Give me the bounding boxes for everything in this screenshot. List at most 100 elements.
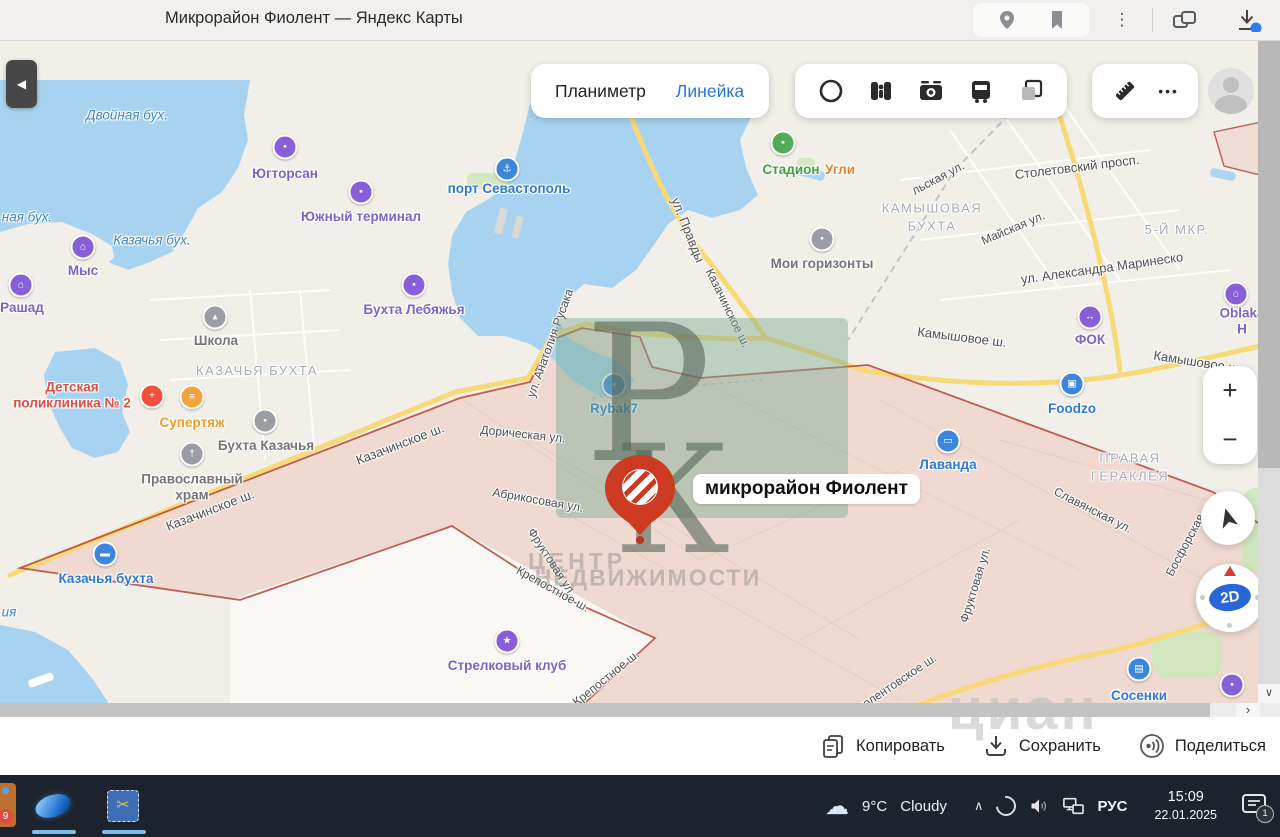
clock[interactable]: 15:09 22.01.2025 [1154,788,1217,823]
road-label: Камышовое ш. [917,324,1008,350]
compass-2d-button[interactable]: 2D [1196,564,1264,632]
poi-label: Foodzo [1048,401,1096,417]
share-icon [1139,733,1165,759]
horizontal-scrollbar[interactable] [0,703,1280,717]
map-poi-anchor-icon[interactable]: ⚓ [495,157,520,182]
map-canvas[interactable]: Казачинское ш.ул. Анатолия Русака▪Rybak7… [0,40,1280,703]
horizontal-scrollbar-thumb[interactable] [0,703,1210,717]
map-poi-burger-icon[interactable]: ≡ [180,385,205,410]
map-poi-bus-icon[interactable]: ▭ [936,429,961,454]
extra-tools-pill: ••• [1092,64,1198,118]
tray-browser-icon[interactable] [992,792,1020,820]
road-label: Казачинское ш. [164,486,256,533]
bus-icon[interactable] [967,77,995,105]
address-chip [973,3,1089,37]
copy-button[interactable]: Копировать [820,733,945,759]
poi-label: Стадион [762,162,819,178]
tab-ruler[interactable]: Линейка [676,81,744,102]
scroll-down-button[interactable]: ∨ [1258,684,1280,703]
map-poi-arrows-icon[interactable]: ↔ [1078,305,1103,330]
more-dots[interactable]: ••• [1158,83,1179,99]
notification-center[interactable]: 1 [1240,791,1270,821]
district-label: ПРАВАЯ ГЕРАКЛЕЯ [1091,449,1169,484]
network-icon[interactable] [1062,796,1084,816]
screen: Казачинское ш.ул. Анатолия Русака▪Rybak7… [0,0,1280,837]
map-poi-brief-icon[interactable]: ▪ [1220,673,1245,698]
download-icon[interactable] [1234,8,1262,32]
location-pin-icon[interactable] [995,8,1019,32]
tray-expand-chevron[interactable]: ∧ [974,798,984,814]
map-poi-bed-icon[interactable]: ⌂ [71,235,96,260]
map-poi-trophy-icon[interactable]: ★ [495,629,520,654]
weather-clo ud-icon[interactable]: ☁ [825,792,849,821]
map-pin[interactable] [605,455,675,537]
map-poi-dot-icon[interactable]: ▪ [810,227,835,252]
map-poi-church-icon[interactable]: † [180,442,205,467]
road-label: Абрикосовая ул. [492,485,585,515]
water-label: Двойная бух. [86,108,168,123]
temperature[interactable]: 9°C [862,798,887,815]
map-poi-dot-icon[interactable]: ▪ [771,131,796,156]
vertical-scrollbar-thumb[interactable] [1258,40,1280,468]
layers-icon[interactable] [1017,77,1045,105]
bookmark-icon[interactable] [1045,8,1069,32]
map-poi-bed-icon[interactable]: ⌂ [1224,282,1249,307]
menu-kebab-icon[interactable]: ⋮ [1110,8,1134,32]
map-layers-pill [795,64,1067,118]
road-label: ул. Правды [668,195,708,264]
map-poi-dot-icon[interactable]: ▪ [253,409,278,434]
tab-planimeter[interactable]: Планиметр [555,81,646,102]
poi-label: Угли [825,162,855,178]
vertical-scrollbar[interactable] [1258,40,1280,684]
map-poi-brief-icon[interactable]: ▪ [402,273,427,298]
road-label: льская ул. [909,158,966,197]
zoom-in-button[interactable]: + [1203,366,1257,415]
copy-label: Копировать [856,737,945,756]
poi-label: Супертяж [159,415,224,431]
pinned-app-partial[interactable]: 9 [0,783,16,827]
camera-icon[interactable] [917,77,945,105]
taskbar-yandex-browser[interactable] [30,784,76,828]
panorama-icon[interactable] [867,77,895,105]
poi-label: Сосенки [1111,688,1167,703]
back-button[interactable]: ◀ [6,60,37,108]
poi-label: Детская поликлиника № 2 [13,379,131,410]
district-label: КАЗАЧЬЯ БУХТА [196,362,318,380]
poi-label: Школа [194,333,238,349]
zoom-out-button[interactable]: − [1203,415,1257,464]
copy-icon [820,733,846,759]
browser-title-bar: Микрорайон Фиолент — Яндекс Карты ⋮ [0,0,1280,41]
map-poi-brief-icon[interactable]: ▪ [273,135,298,160]
system-tray: ☁ 9°C Cloudy ∧ РУС 15:09 22.01.2025 1 [825,775,1280,837]
notification-badge: 1 [1256,805,1274,823]
mode-2d-label[interactable]: 2D [1207,581,1252,614]
share-button[interactable]: Поделиться [1139,733,1266,759]
poi-label: Казачья бухта [58,571,153,587]
map-poi-school-icon[interactable]: ▴ [203,305,228,330]
map-poi-cart-icon[interactable]: ▣ [1060,372,1085,397]
map-poi-basket-icon[interactable]: ▤ [1127,657,1152,682]
compass-dot [1200,595,1205,600]
ruler-icon[interactable] [1111,77,1139,105]
volume-icon[interactable] [1029,796,1049,816]
measure-tools-pill: Планиметр Линейка [531,64,769,118]
map-poi-brief-icon[interactable]: ▪ [349,180,374,205]
date: 22.01.2025 [1154,807,1217,823]
avatar[interactable] [1208,68,1254,114]
language-indicator[interactable]: РУС [1097,798,1127,815]
map-poi-med-icon[interactable]: + [140,384,165,409]
notification-dot [2,787,9,794]
road-label: Славянская ул. [1052,484,1135,535]
tab-group-icon[interactable] [1172,8,1198,32]
pin-anchor-dot [636,536,644,544]
poi-label: Мои горизонты [771,256,874,272]
weather-condition[interactable]: Cloudy [900,798,947,815]
scroll-right-button[interactable]: › [1236,703,1260,717]
area-loop-icon[interactable] [817,77,845,105]
map-poi-car-icon[interactable]: ▬ [93,542,118,567]
place-label[interactable]: микрорайон Фиолент [693,474,920,504]
taskbar-snipping-tool[interactable]: ✂ [100,784,146,828]
map-poi-bed-icon[interactable]: ⌂ [9,273,34,298]
geolocation-button[interactable] [1201,491,1255,545]
road-label: Майская ул. [979,208,1047,247]
